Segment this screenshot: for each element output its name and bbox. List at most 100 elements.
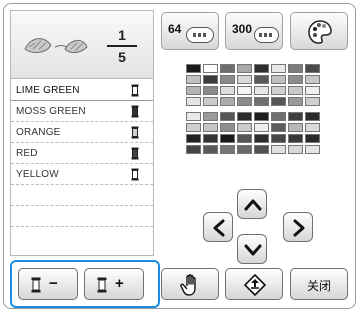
thread-palette-icon bbox=[254, 27, 279, 43]
arrow-up-button[interactable] bbox=[237, 189, 267, 219]
spool-minus-button[interactable]: − bbox=[18, 268, 78, 300]
color-swatch[interactable] bbox=[220, 75, 235, 84]
counter-total: 5 bbox=[118, 49, 126, 65]
counter-divider bbox=[107, 45, 137, 47]
color-swatch[interactable] bbox=[203, 123, 218, 132]
hand-pointer-icon bbox=[180, 274, 196, 296]
color-swatch[interactable] bbox=[288, 86, 303, 95]
color-swatch[interactable] bbox=[288, 75, 303, 84]
thread-name: LIME GREEN bbox=[16, 85, 80, 96]
color-swatch[interactable] bbox=[237, 112, 252, 121]
arrow-left-button[interactable] bbox=[203, 212, 233, 242]
color-swatch[interactable] bbox=[271, 64, 286, 73]
color-swatch[interactable] bbox=[271, 134, 286, 143]
color-swatch[interactable] bbox=[305, 123, 320, 132]
color-swatch[interactable] bbox=[288, 97, 303, 106]
color-swatch[interactable] bbox=[186, 86, 201, 95]
spool-icon bbox=[97, 277, 107, 293]
thread-item-orange[interactable]: ORANGE bbox=[11, 122, 153, 143]
color-swatch[interactable] bbox=[305, 86, 320, 95]
color-swatch[interactable] bbox=[288, 112, 303, 121]
arrow-down-button[interactable] bbox=[237, 234, 267, 264]
palette-row bbox=[186, 123, 336, 132]
color-swatch[interactable] bbox=[237, 64, 252, 73]
color-swatch[interactable] bbox=[220, 86, 235, 95]
color-swatch[interactable] bbox=[237, 97, 252, 106]
color-swatch[interactable] bbox=[305, 112, 320, 121]
color-swatch[interactable] bbox=[186, 97, 201, 106]
color-swatch[interactable] bbox=[203, 97, 218, 106]
hand-button[interactable] bbox=[161, 268, 219, 300]
arrow-right-button[interactable] bbox=[283, 212, 313, 242]
color-swatch[interactable] bbox=[237, 123, 252, 132]
color-swatch[interactable] bbox=[271, 145, 286, 154]
color-swatch[interactable] bbox=[271, 112, 286, 121]
color-swatch[interactable] bbox=[288, 64, 303, 73]
thread-counter: 1 5 bbox=[107, 27, 137, 65]
palette-row bbox=[186, 145, 336, 154]
color-swatch[interactable] bbox=[254, 112, 269, 121]
color-swatch[interactable] bbox=[186, 145, 201, 154]
color-swatch[interactable] bbox=[203, 112, 218, 121]
color-swatch[interactable] bbox=[305, 64, 320, 73]
thread-item-lime-green[interactable]: LIME GREEN bbox=[11, 80, 153, 101]
thread-item-yellow[interactable]: YELLOW bbox=[11, 164, 153, 185]
tab-300-colors[interactable]: 300 bbox=[225, 12, 283, 50]
color-swatch[interactable] bbox=[203, 134, 218, 143]
color-swatch[interactable] bbox=[305, 75, 320, 84]
thread-panel: 1 5 LIME GREEN MOSS GREEN ORANGE RED YEL… bbox=[10, 10, 154, 256]
sort-button[interactable] bbox=[225, 268, 283, 300]
color-swatch[interactable] bbox=[220, 145, 235, 154]
thread-name: RED bbox=[16, 148, 38, 159]
thread-palette-icon bbox=[186, 27, 214, 43]
tab-64-colors[interactable]: 64 bbox=[161, 12, 219, 50]
color-swatch[interactable] bbox=[186, 112, 201, 121]
color-swatch[interactable] bbox=[288, 123, 303, 132]
color-swatch[interactable] bbox=[254, 134, 269, 143]
color-swatch[interactable] bbox=[254, 97, 269, 106]
color-swatch[interactable] bbox=[254, 75, 269, 84]
spool-icon bbox=[31, 277, 41, 293]
color-swatch[interactable] bbox=[271, 123, 286, 132]
color-swatch[interactable] bbox=[254, 64, 269, 73]
color-swatch[interactable] bbox=[186, 134, 201, 143]
color-swatch[interactable] bbox=[220, 123, 235, 132]
color-swatch[interactable] bbox=[220, 64, 235, 73]
chevron-down-icon bbox=[244, 244, 262, 256]
color-swatch[interactable] bbox=[203, 145, 218, 154]
color-swatch[interactable] bbox=[254, 123, 269, 132]
thread-name: ORANGE bbox=[16, 127, 61, 138]
color-swatch[interactable] bbox=[271, 86, 286, 95]
tab-color-chart[interactable] bbox=[290, 12, 348, 50]
color-swatch[interactable] bbox=[271, 75, 286, 84]
close-button[interactable]: 关闭 bbox=[290, 268, 348, 300]
color-swatch[interactable] bbox=[237, 145, 252, 154]
diamond-arrows-icon bbox=[244, 274, 266, 296]
color-swatch[interactable] bbox=[186, 123, 201, 132]
color-swatch[interactable] bbox=[220, 97, 235, 106]
color-swatch[interactable] bbox=[203, 86, 218, 95]
color-swatch[interactable] bbox=[203, 75, 218, 84]
color-swatch[interactable] bbox=[254, 145, 269, 154]
color-swatch[interactable] bbox=[305, 145, 320, 154]
thread-item-moss-green[interactable]: MOSS GREEN bbox=[11, 101, 153, 122]
thread-item-red[interactable]: RED bbox=[11, 143, 153, 164]
thread-color-list: LIME GREEN MOSS GREEN ORANGE RED YELLOW bbox=[11, 80, 153, 248]
color-swatch[interactable] bbox=[220, 112, 235, 121]
plus-label: + bbox=[115, 275, 124, 292]
color-swatch[interactable] bbox=[237, 134, 252, 143]
color-swatch[interactable] bbox=[305, 97, 320, 106]
color-swatch[interactable] bbox=[186, 75, 201, 84]
color-swatch[interactable] bbox=[288, 145, 303, 154]
spool-plus-button[interactable]: + bbox=[84, 268, 144, 300]
color-swatch[interactable] bbox=[186, 64, 201, 73]
color-swatch[interactable] bbox=[305, 134, 320, 143]
color-swatch[interactable] bbox=[237, 86, 252, 95]
color-swatch[interactable] bbox=[288, 134, 303, 143]
color-swatch[interactable] bbox=[220, 134, 235, 143]
color-swatch[interactable] bbox=[271, 97, 286, 106]
color-swatch[interactable] bbox=[254, 86, 269, 95]
color-swatch[interactable] bbox=[203, 64, 218, 73]
color-swatch[interactable] bbox=[237, 75, 252, 84]
chevron-up-icon bbox=[244, 199, 262, 211]
